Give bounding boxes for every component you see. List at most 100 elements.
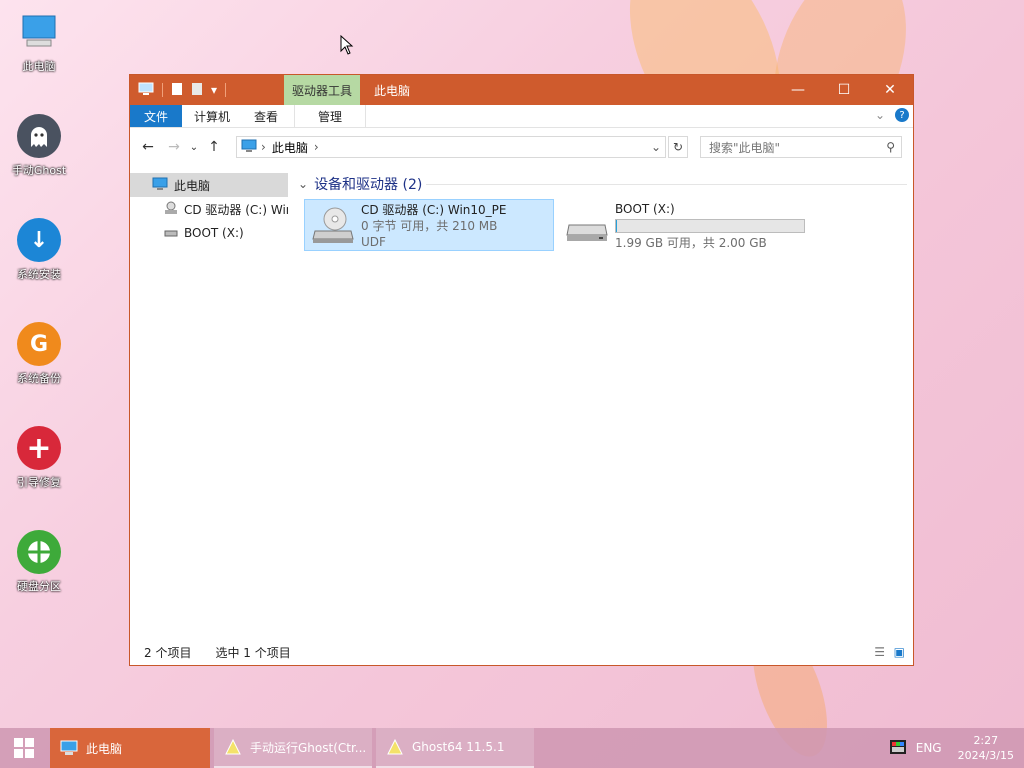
desktop-icon-manual-ghost[interactable]: 手动Ghost [6,114,72,178]
clock-date: 2024/3/15 [957,749,1014,762]
sidebar-item-label: CD 驱动器 (C:) Win [184,202,288,217]
breadcrumb-separator-icon[interactable]: › [314,140,319,154]
taskbar-item-manual-ghost[interactable]: 手动运行Ghost(Ctr... [214,728,372,768]
download-arrow-icon: ↓ [17,218,61,262]
new-folder-icon[interactable] [191,82,203,99]
drive-usage-bar [615,219,805,233]
desktop-icon-label: 系统安装 [17,268,61,281]
taskbar-item-label: Ghost64 11.5.1 [412,740,505,754]
sidebar-item-this-pc[interactable]: 此电脑 [130,173,288,197]
item-count: 2 个项目 [144,645,192,660]
drive-text: BOOT (X:) 1.99 GB 可用，共 2.00 GB [615,199,805,251]
refresh-icon[interactable]: ↻ [668,136,688,158]
search-placeholder: 搜索"此电脑" [709,140,781,155]
desktop-icon-label: 手动Ghost [11,164,67,177]
breadcrumb-separator-icon[interactable]: › [261,140,266,154]
drive-text: CD 驱动器 (C:) Win10_PE 0 字节 可用，共 210 MB UD… [361,200,506,250]
taskbar-item-label: 手动运行Ghost(Ctr... [250,740,367,755]
taskbar: 此电脑 手动运行Ghost(Ctr... Ghost64 11.5.1 ENG … [0,728,1024,768]
display-settings-icon[interactable] [889,739,906,757]
drive-tile-boot[interactable]: BOOT (X:) 1.99 GB 可用，共 2.00 GB [559,199,819,251]
sidebar-item-boot-drive[interactable]: BOOT (X:) [130,221,288,245]
address-bar[interactable]: › 此电脑 › ⌄ [236,136,666,158]
monitor-icon [17,10,61,54]
close-button[interactable]: ✕ [867,75,913,105]
status-bar: 2 个项目 选中 1 个项目 ☰ ▣ [130,639,913,665]
search-input[interactable]: 搜索"此电脑" ⚲ [700,136,902,158]
sidebar-item-label: BOOT (X:) [184,226,244,240]
drive-name: CD 驱动器 (C:) Win10_PE [361,203,507,217]
divider [162,83,163,97]
drive-filesystem: UDF [361,235,386,249]
monitor-small-icon[interactable] [138,82,154,99]
up-arrow-icon[interactable]: ↑ [204,139,224,155]
content-area: ⌄ 设备和驱动器 (2) CD 驱动器 (C:) Win10_PE 0 字节 可… [294,173,913,251]
qa-dropdown-icon[interactable]: ▾ [211,83,217,97]
maximize-button[interactable]: ☐ [821,75,867,105]
ghost-app-icon [225,738,241,755]
properties-icon[interactable] [171,82,183,99]
back-arrow-icon[interactable]: ← [138,139,158,155]
title-bar[interactable]: ▾ 驱动器工具 此电脑 — ☐ ✕ [130,75,913,105]
selected-count: 选中 1 个项目 [215,645,291,660]
navigation-pane: 此电脑 CD 驱动器 (C:) Win BOOT (X:) [130,173,288,245]
collapse-chevron-icon[interactable]: ⌄ [298,177,308,191]
ribbon-right-controls: ⌄ ? [875,108,909,122]
start-button[interactable] [0,728,48,768]
desktop-icon-label: 此电脑 [22,60,56,73]
address-dropdown-chevron-icon[interactable]: ⌄ [651,140,661,154]
hard-drive-icon [559,199,615,251]
group-divider [426,184,907,185]
sidebar-item-label: 此电脑 [174,178,211,193]
desktop-icon-boot-repair[interactable]: + 引导修复 [6,426,72,490]
desktop-icon-this-pc[interactable]: 此电脑 [6,10,72,74]
cd-drive-icon [164,201,178,218]
desktop-icon-disk-partition[interactable]: 硬盘分区 [6,530,72,594]
navigation-bar: ← → ⌄ ↑ › 此电脑 › ⌄ ↻ 搜索"此电脑" ⚲ [130,128,913,166]
window-title: 此电脑 [374,83,411,98]
taskbar-item-ghost64[interactable]: Ghost64 11.5.1 [376,728,534,768]
monitor-small-icon [241,139,257,156]
divider [225,83,227,97]
drive-tile-cd[interactable]: CD 驱动器 (C:) Win10_PE 0 字节 可用，共 210 MB UD… [304,199,554,251]
g-logo-icon: G [17,322,61,366]
large-icons-view-icon[interactable]: ▣ [894,645,905,659]
breadcrumb-this-pc[interactable]: 此电脑 [272,139,308,156]
sidebar-item-cd-drive[interactable]: CD 驱动器 (C:) Win [130,197,288,221]
windows-logo-icon [14,738,34,758]
ghost-app-icon [387,738,403,755]
drive-tools-context-tab: 驱动器工具 [284,75,361,105]
desktop-icon-system-backup[interactable]: G 系统备份 [6,322,72,386]
recent-locations-chevron-icon[interactable]: ⌄ [184,142,204,153]
taskbar-item-this-pc[interactable]: 此电脑 [50,728,210,768]
expand-ribbon-chevron-icon[interactable]: ⌄ [875,108,885,122]
drive-usage-fill [616,220,617,232]
desktop-icon-label: 系统备份 [17,372,61,385]
window-controls: — ☐ ✕ [775,75,913,105]
forward-arrow-icon[interactable]: → [164,139,184,155]
details-view-icon[interactable]: ☰ [874,645,885,659]
help-icon[interactable]: ? [895,108,909,122]
taskbar-item-label: 此电脑 [86,741,123,756]
tab-view[interactable]: 查看 [242,105,290,127]
drive-space-info: 0 字节 可用，共 210 MB [361,219,498,233]
desktop-icon-label: 硬盘分区 [17,580,61,593]
minimize-button[interactable]: — [775,75,821,105]
partition-pie-icon [17,530,61,574]
search-icon[interactable]: ⚲ [886,140,895,154]
quick-access-toolbar: ▾ [130,75,227,105]
mouse-cursor [340,35,354,55]
tab-file[interactable]: 文件 [130,105,183,127]
group-title: 设备和驱动器 (2) [314,177,423,193]
input-language-indicator[interactable]: ENG [916,741,942,755]
tab-computer[interactable]: 计算机 [182,105,242,127]
hard-drive-icon [164,225,178,242]
ribbon-tabs: 文件 计算机 查看 管理 ⌄ ? [130,105,913,128]
ghost-icon [17,114,61,158]
drive-name: BOOT (X:) [615,202,675,216]
monitor-small-icon [152,177,168,194]
clock[interactable]: 2:27 2024/3/15 [948,733,1024,763]
monitor-small-icon [60,740,78,755]
desktop-icon-system-install[interactable]: ↓ 系统安装 [6,218,72,282]
tab-manage[interactable]: 管理 [294,105,367,127]
